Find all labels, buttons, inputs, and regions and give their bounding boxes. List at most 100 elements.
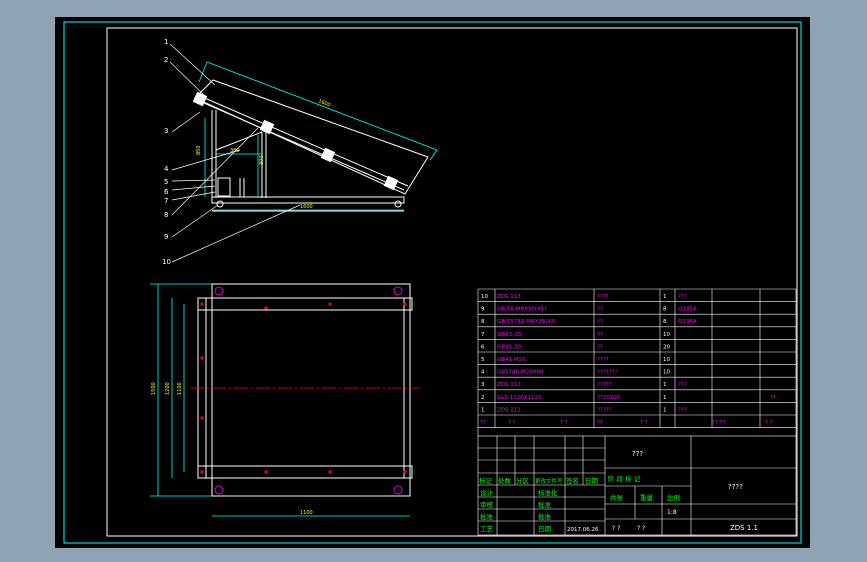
parts-cell-material: ???: [678, 407, 687, 413]
role-3: 批准: [480, 512, 494, 521]
parts-cell-no: 5: [481, 357, 485, 363]
parts-cell-name: ??20X20: [597, 395, 621, 401]
parts-cell-code: ZDS 112: [497, 382, 521, 388]
parts-cell-code: GB/T5783-M8X25(X5): [497, 319, 557, 325]
callout-2: 2: [164, 56, 168, 64]
parts-cell-qty: 1: [663, 382, 667, 388]
rev-6: 日期: [585, 477, 599, 485]
bolt-d4: [403, 470, 407, 474]
title-main: ???: [632, 450, 643, 458]
parts-cell-name: ??: [597, 319, 603, 325]
parts-cell-code: GB41-M20: [497, 357, 526, 363]
parts-cell-name: ????: [597, 357, 609, 363]
bolt-u4: [403, 302, 407, 306]
rev-1: 标记: [479, 476, 493, 485]
parts-cell-name: ??: [597, 307, 603, 313]
stage-scale: 比例: [667, 493, 680, 502]
role-val-2: 批准: [538, 500, 552, 509]
parts-cell-qty: 10: [663, 370, 670, 376]
outer-width-label: 1500: [151, 382, 157, 395]
parts-cell-code: GB/T6-M8X30(X5): [497, 307, 546, 313]
parts-cell-qty: 8: [663, 319, 667, 325]
parts-cell-code: GB95-20: [497, 344, 522, 350]
parts-cell-qty: 10: [663, 332, 670, 338]
callout-10: 10: [162, 258, 171, 266]
callout-7: 7: [164, 197, 168, 205]
bolt-d1: [200, 470, 204, 474]
parts-cell-material: Q235A: [678, 319, 697, 325]
parts-header-cell: ?? ??: [712, 420, 726, 426]
mid-width-label: 1100: [177, 382, 183, 395]
parts-cell-code: ZDS 111: [497, 407, 521, 413]
date-value: 2017.06.26: [567, 527, 599, 533]
parts-header-cell: ? ?: [640, 420, 648, 426]
parts-cell-no: 6: [481, 344, 485, 350]
parts-cell-code: GB93-20: [497, 332, 522, 338]
callout-9: 9: [164, 233, 168, 241]
parts-cell-qty: 20: [663, 344, 670, 350]
rev-3: 分区: [516, 476, 530, 485]
parts-cell-qty: 1: [663, 395, 667, 401]
parts-cell-no: 10: [481, 294, 488, 300]
parts-cell-no: 9: [481, 307, 485, 313]
bottom-length-label: 1100: [300, 510, 313, 516]
role-val-4: 日期: [538, 525, 552, 533]
cad-drawing: 1600 380 850 800 1600 1 2 3 4 5 6 7 8 9 …: [55, 17, 810, 548]
bolt-l1: [200, 356, 204, 360]
bolt-l2: [200, 416, 204, 420]
parts-cell-no: 7: [481, 332, 485, 338]
callout-1: 1: [164, 38, 168, 46]
role-val-1: 标准化: [538, 488, 558, 497]
parts-cell-qty: 1: [663, 407, 667, 413]
callout-4: 4: [164, 165, 169, 173]
parts-cell-name: ????: [597, 294, 609, 300]
parts-cell-name: ??: [597, 344, 603, 350]
base-length-label: 1600: [300, 204, 313, 210]
callout-8: 8: [164, 211, 168, 219]
role-2: 审核: [480, 500, 494, 509]
footer-1: ? ?: [612, 525, 620, 532]
left-height-label: 850: [196, 145, 202, 155]
parts-cell-code: GB5780-M20X80: [497, 370, 544, 376]
parts-cell-code: GLS-1020X1120: [497, 395, 542, 401]
callout-6: 6: [164, 188, 169, 196]
bolt-d2: [264, 470, 268, 474]
bolt-u1: [200, 302, 204, 306]
parts-cell-qty: 8: [663, 307, 667, 313]
parts-cell-name: ???????: [597, 370, 618, 376]
parts-cell-code: ZDS 113: [497, 294, 521, 300]
parts-cell-name: ?????: [597, 407, 612, 413]
parts-cell-qty: 1: [663, 294, 667, 300]
drawing-no: ZDS 1.1: [730, 524, 758, 532]
inner-width-label: 1200: [165, 382, 171, 395]
parts-cell-no: 8: [481, 319, 485, 325]
parts-cell-material: ???: [678, 294, 687, 300]
parts-cell-remark: ??: [770, 395, 776, 401]
drawing-name: ????: [728, 483, 743, 491]
parts-header-cell: ??: [597, 420, 603, 426]
parts-cell-qty: 10: [663, 357, 670, 363]
role-val-3: 批准: [538, 512, 552, 521]
mid-height-label: 800: [259, 155, 265, 165]
parts-header-cell: ? ?: [508, 420, 516, 426]
footer-2: ? ?: [637, 525, 645, 532]
callout-5: 5: [164, 178, 168, 186]
paper: [55, 17, 810, 548]
rev-4: 更改文件号: [535, 477, 563, 485]
parts-header-cell: ??: [480, 420, 486, 426]
scale-value: 1:8: [667, 509, 677, 516]
stage-header: 阶 段 标 记: [608, 474, 641, 483]
parts-cell-no: 1: [481, 407, 485, 413]
bolt-u3: [328, 302, 332, 306]
parts-cell-no: 2: [481, 395, 485, 401]
rev-5: 签名: [566, 476, 579, 485]
parts-cell-name: ??: [597, 332, 603, 338]
parts-cell-material: Q235A: [678, 307, 697, 313]
stage-sub-1: 共张: [610, 493, 624, 502]
stage-weight: 重量: [640, 494, 654, 502]
parts-cell-no: 4: [481, 370, 485, 376]
bolt-d3: [328, 470, 332, 474]
parts-cell-material: ???: [678, 382, 687, 388]
callout-3: 3: [164, 127, 168, 135]
rev-2: 处数: [498, 476, 512, 485]
